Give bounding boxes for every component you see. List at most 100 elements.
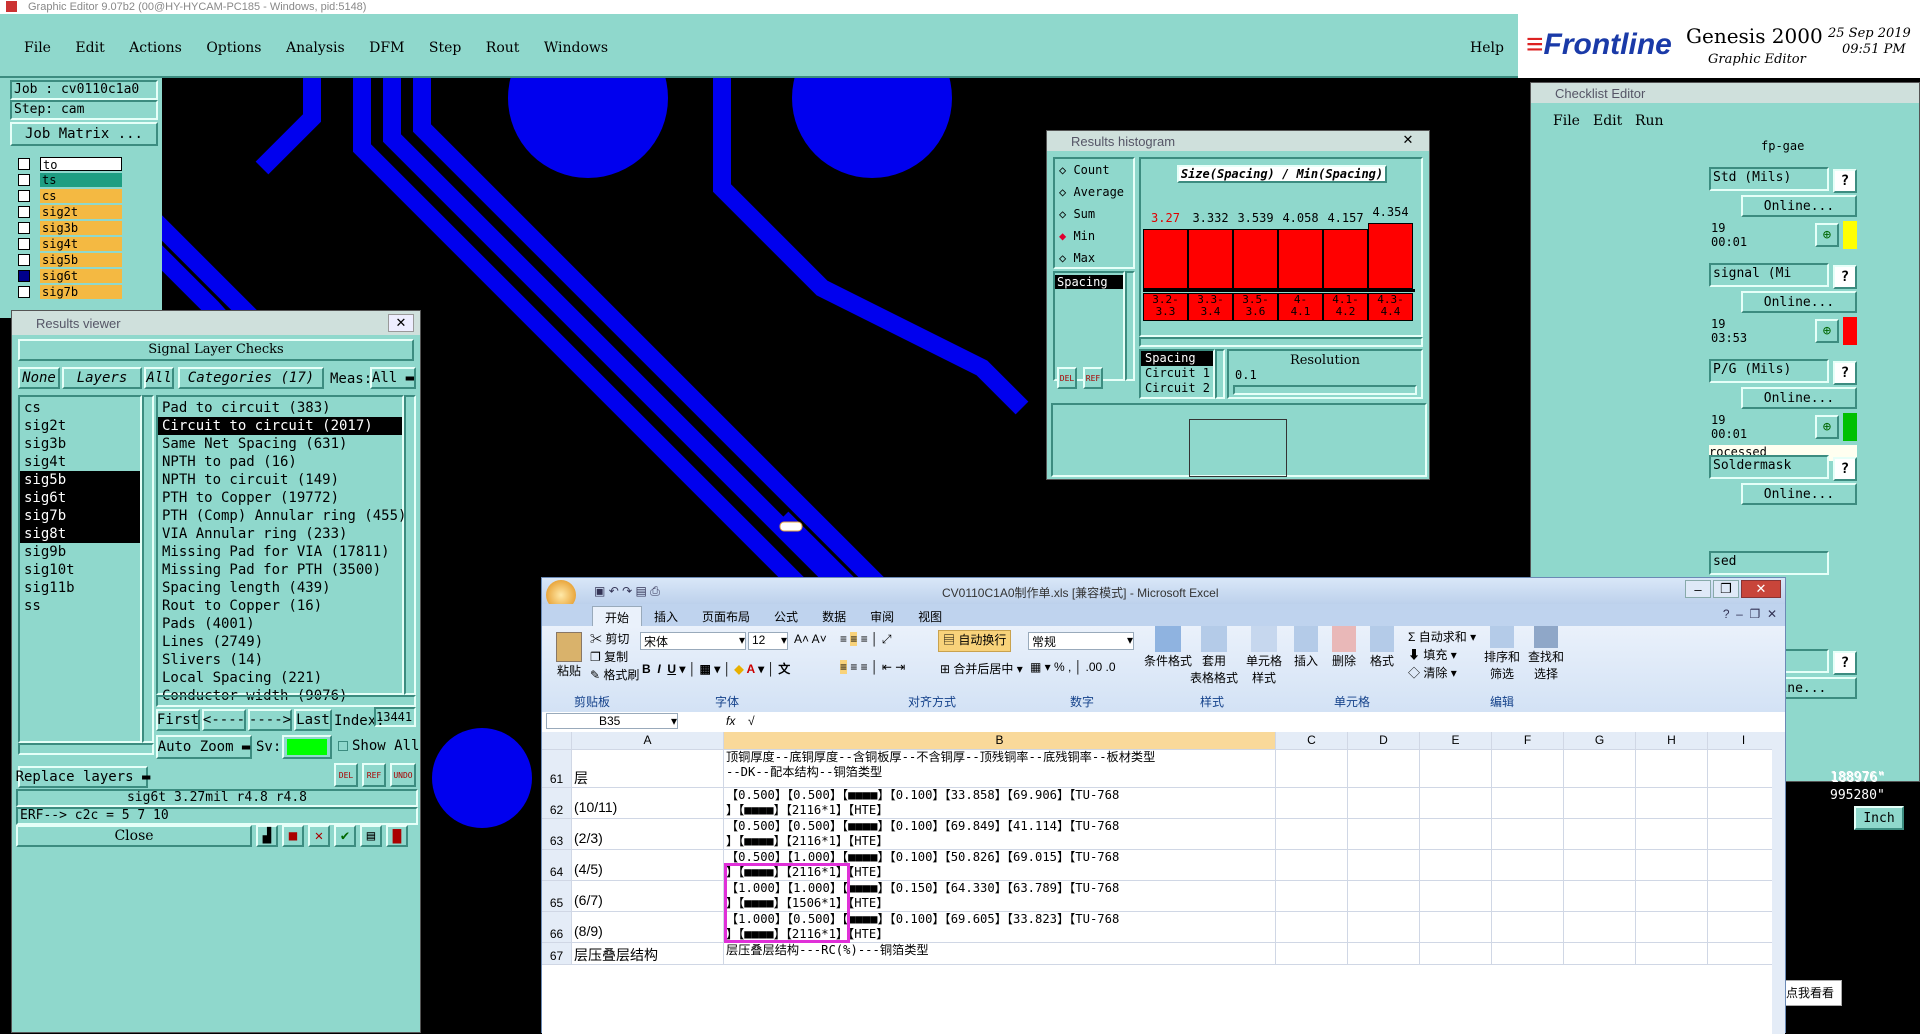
- empty-cell[interactable]: [1492, 912, 1564, 943]
- histogram-bar[interactable]: [1143, 229, 1188, 289]
- number-format-box[interactable]: 常规 ▾: [1028, 632, 1134, 650]
- result-layer-item[interactable]: sig11b: [20, 579, 140, 597]
- ref-tool-button[interactable]: REF: [362, 763, 386, 787]
- empty-cell[interactable]: [1348, 750, 1420, 788]
- field-select-scroll[interactable]: [1215, 349, 1225, 399]
- all-button[interactable]: All: [144, 367, 174, 389]
- menu-file[interactable]: File: [24, 40, 51, 56]
- histogram-bar[interactable]: [1323, 229, 1368, 289]
- empty-cell[interactable]: [1564, 788, 1636, 819]
- empty-cell[interactable]: [1492, 750, 1564, 788]
- empty-cell[interactable]: [1636, 881, 1708, 912]
- column-header[interactable]: D: [1348, 732, 1420, 750]
- redo-icon[interactable]: ↷: [622, 584, 632, 598]
- empty-cell[interactable]: [1348, 881, 1420, 912]
- close-icon[interactable]: ✕: [1741, 580, 1781, 598]
- layer-name[interactable]: ts: [40, 173, 122, 187]
- layer-row[interactable]: cs: [14, 188, 122, 204]
- row-header[interactable]: 67: [542, 943, 572, 965]
- name-box[interactable]: B35 ▾: [546, 713, 678, 729]
- layer-row[interactable]: sig4t: [14, 236, 122, 252]
- close-icon[interactable]: ✕: [388, 314, 414, 332]
- online-button[interactable]: Online...: [1741, 387, 1857, 409]
- empty-cell[interactable]: [1564, 819, 1636, 850]
- category-list[interactable]: Pad to circuit (383) Circuit to circuit (…: [156, 395, 406, 704]
- resolution-slider[interactable]: [1233, 385, 1417, 395]
- row-header[interactable]: 64: [542, 850, 572, 881]
- category-item[interactable]: Rout to Copper (16): [158, 597, 402, 615]
- violation-marker[interactable]: [779, 521, 803, 532]
- help-icon[interactable]: ?: [1833, 265, 1857, 289]
- menu-edit[interactable]: Edit: [75, 40, 104, 56]
- report-icon[interactable]: ▤: [360, 825, 382, 847]
- histogram-list-scroll[interactable]: [1125, 271, 1135, 381]
- layer-results-list[interactable]: cs sig2t sig3b sig4t sig5b sig6t sig7b sig8t sig…: [18, 395, 142, 743]
- empty-cell[interactable]: [1636, 819, 1708, 850]
- format-table-button[interactable]: 套用 表格格式: [1190, 626, 1238, 686]
- help-icon[interactable]: ?: [1833, 169, 1857, 193]
- delete-cells-button[interactable]: 删除: [1332, 626, 1356, 669]
- sheet-grid[interactable]: ABCDEFGHI 61 层顶铜厚度--底铜厚度--含铜板厚--不含铜厚--顶残铜…: [542, 732, 1774, 1034]
- ribbon-help-icons[interactable]: ? – ❐ ✕: [1723, 607, 1777, 621]
- formula-input[interactable]: √: [748, 714, 755, 728]
- menu-options[interactable]: Options: [206, 40, 261, 56]
- histogram-field-list[interactable]: Spacing: [1053, 271, 1125, 381]
- histogram-bar[interactable]: [1188, 229, 1233, 289]
- online-button[interactable]: Online...: [1741, 291, 1857, 313]
- histogram-bar[interactable]: [1233, 229, 1278, 289]
- empty-cell[interactable]: [1276, 788, 1348, 819]
- field-item[interactable]: Spacing: [1141, 351, 1213, 366]
- result-layer-item[interactable]: sig6t: [20, 489, 140, 507]
- job-matrix-button[interactable]: Job Matrix ...: [10, 122, 158, 146]
- empty-cell[interactable]: [1348, 850, 1420, 881]
- checklist-menu-file[interactable]: File: [1553, 113, 1580, 129]
- menu-help[interactable]: Help: [1470, 40, 1504, 56]
- font-size-box[interactable]: 12 ▾: [748, 632, 788, 650]
- hist-ref-button[interactable]: REF: [1083, 367, 1103, 389]
- check-icon[interactable]: ✔: [334, 825, 356, 847]
- result-layer-item[interactable]: sig5b: [20, 471, 140, 489]
- column-header[interactable]: C: [1276, 732, 1348, 750]
- align-bottom-buttons[interactable]: ≡ ≡ ≡ │ ⇤ ⇥: [840, 660, 905, 674]
- row-header[interactable]: 62: [542, 788, 572, 819]
- histogram-bar[interactable]: [1368, 223, 1413, 289]
- row-header[interactable]: 65: [542, 881, 572, 912]
- category-list-hscroll[interactable]: [156, 695, 416, 707]
- column-header[interactable]: F: [1492, 732, 1564, 750]
- last-button[interactable]: Last: [294, 709, 332, 731]
- empty-cell[interactable]: [1276, 819, 1348, 850]
- column-header[interactable]: E: [1420, 732, 1492, 750]
- category-item[interactable]: Lines (2749): [158, 633, 402, 651]
- fx-icon[interactable]: fx: [726, 714, 735, 728]
- empty-cell[interactable]: [1708, 788, 1774, 819]
- empty-cell[interactable]: [1492, 881, 1564, 912]
- layer-checkbox[interactable]: [18, 254, 30, 266]
- category-item[interactable]: NPTH to circuit (149): [158, 471, 402, 489]
- row-header[interactable]: 63: [542, 819, 572, 850]
- layer-name[interactable]: sig4t: [40, 237, 122, 251]
- result-layer-item[interactable]: cs: [20, 399, 140, 417]
- cell-b[interactable]: 层压叠层结构---RC(%)---铜箔类型: [724, 943, 1276, 965]
- close-icon[interactable]: ✕: [1395, 132, 1421, 148]
- unit-button[interactable]: Inch: [1854, 806, 1904, 830]
- empty-cell[interactable]: [1492, 788, 1564, 819]
- show-all-checkbox[interactable]: [338, 741, 348, 751]
- histogram-hscroll[interactable]: [1139, 337, 1423, 347]
- layer-row[interactable]: sig5b: [14, 252, 122, 268]
- field-item[interactable]: Circuit 1: [1141, 366, 1213, 381]
- layer-name[interactable]: cs: [40, 189, 122, 203]
- sv-color-dropdown[interactable]: [282, 735, 332, 759]
- category-item[interactable]: PTH to Copper (19772): [158, 489, 402, 507]
- restore-icon[interactable]: ❐: [1713, 580, 1739, 598]
- empty-cell[interactable]: [1276, 943, 1348, 965]
- sort-filter-button[interactable]: 排序和 筛选: [1484, 626, 1520, 682]
- empty-cell[interactable]: [1708, 850, 1774, 881]
- chart-icon[interactable]: ▟: [256, 825, 278, 847]
- column-header[interactable]: I: [1708, 732, 1774, 750]
- empty-cell[interactable]: [1420, 750, 1492, 788]
- close-button[interactable]: Close: [16, 825, 252, 847]
- empty-cell[interactable]: [1708, 912, 1774, 943]
- online-button[interactable]: Online...: [1741, 483, 1857, 505]
- empty-cell[interactable]: [1276, 850, 1348, 881]
- layer-name[interactable]: sig6t: [40, 269, 122, 283]
